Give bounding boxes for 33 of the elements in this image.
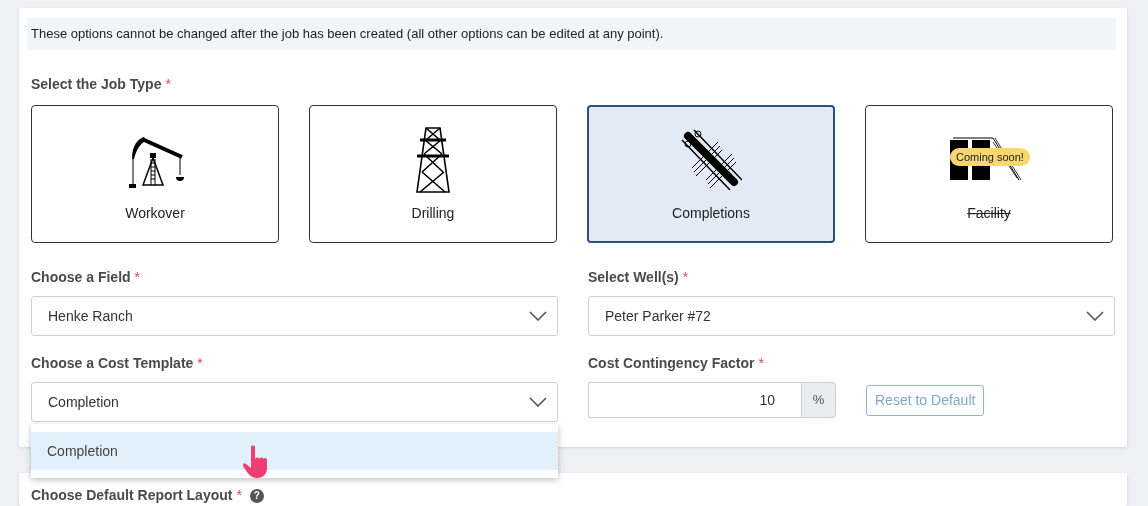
- required-asterisk: *: [165, 75, 171, 94]
- section-label: Select the Job Type: [31, 75, 162, 94]
- required-asterisk: *: [758, 354, 764, 373]
- field-label: Choose Default Report Layout: [31, 486, 233, 505]
- help-icon[interactable]: ?: [249, 488, 264, 503]
- job-type-tile[interactable]: Completions: [587, 105, 835, 243]
- field-label: Select Well(s): [588, 268, 679, 287]
- field-label: Choose a Field: [31, 268, 131, 287]
- unit-addon: %: [801, 382, 836, 418]
- tile-label: Completions: [672, 203, 750, 223]
- notice-text: These options cannot be changed after the job has been created (all other options can be edited at any point).: [27, 18, 1116, 50]
- derrick-icon: [416, 125, 450, 194]
- required-asterisk: *: [197, 354, 203, 373]
- field-label: Choose a Cost Template: [31, 354, 194, 373]
- select-field[interactable]: Henke Ranch: [31, 296, 558, 336]
- chevron-down-icon: [1086, 311, 1104, 321]
- chevron-down-icon: [529, 397, 547, 407]
- number-input[interactable]: 10: [588, 382, 801, 418]
- required-asterisk: *: [236, 486, 242, 505]
- tile-label: Workover: [125, 203, 185, 223]
- chevron-down-icon: [529, 311, 547, 321]
- field-label: Cost Contingency Factor: [588, 354, 755, 373]
- select-field[interactable]: Peter Parker #72: [588, 296, 1115, 336]
- required-asterisk: *: [682, 268, 689, 287]
- dropdown-option[interactable]: Completion: [31, 432, 558, 470]
- select-field[interactable]: Completion: [31, 382, 558, 422]
- pipe-tools-icon: [680, 127, 742, 192]
- job-type-tile[interactable]: Workover: [31, 105, 279, 243]
- job-type-tile[interactable]: Drilling: [309, 105, 557, 243]
- coming-soon-badge: Coming soon!: [950, 147, 1030, 166]
- tile-label: Drilling: [411, 203, 455, 223]
- tile-label: Facility: [967, 203, 1011, 223]
- required-asterisk: *: [134, 268, 141, 287]
